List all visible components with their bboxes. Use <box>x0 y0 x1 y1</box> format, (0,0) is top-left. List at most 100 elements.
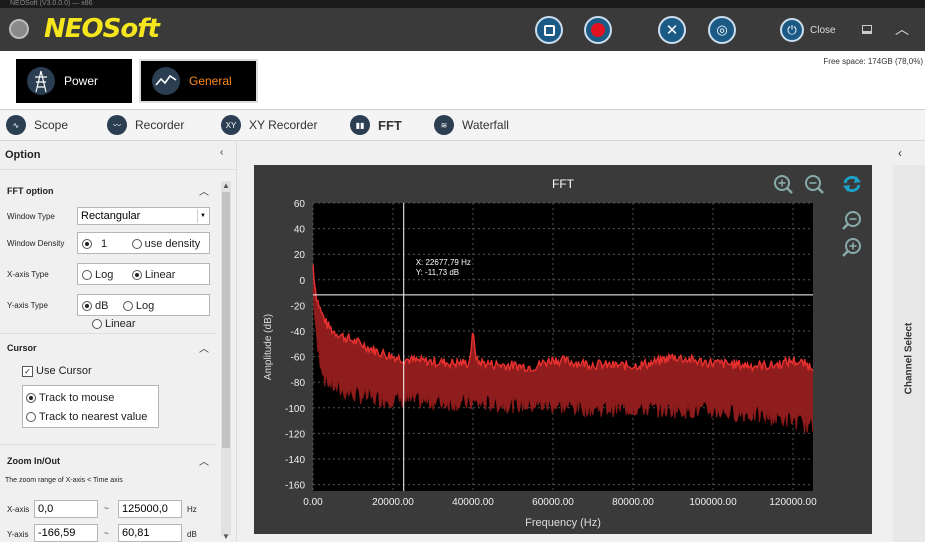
fft-option-collapse-icon[interactable]: ︿ <box>199 183 209 198</box>
tab-label: Waterfall <box>462 118 509 132</box>
fft-chart[interactable]: FFT X: 22677,79 HzY: -11,73 dB 6040200-2… <box>254 165 872 534</box>
zoom-x-min-input[interactable]: 0,0 <box>34 500 98 518</box>
zoom-collapse-icon[interactable]: ︿ <box>199 453 209 468</box>
y-tick-label: -100 <box>285 404 305 415</box>
tools-icon: ✕ <box>665 22 679 39</box>
zoom-out-icon[interactable] <box>805 175 824 194</box>
power-tower-icon <box>27 67 55 95</box>
fft-icon: ▮▮ <box>350 115 370 135</box>
divider <box>0 169 236 170</box>
use-density-label: use density <box>144 238 201 250</box>
zoom-x-max-value: 125000,0 <box>122 503 168 515</box>
scope-icon: ∿ <box>6 115 26 135</box>
tab-scope[interactable]: ∿ Scope <box>6 110 68 140</box>
free-space-text: Free space: 174GB (78,0%) <box>823 57 923 66</box>
x-tick-label: 120000.00 <box>769 497 817 508</box>
y-linear-radio[interactable]: Linear <box>92 318 136 330</box>
y-tick-label: -120 <box>285 429 305 440</box>
collapse-left-icon[interactable]: ‹ <box>220 147 223 158</box>
diagnostics-button[interactable]: ◎ <box>708 16 736 44</box>
plot-area[interactable] <box>313 203 813 491</box>
waveform-icon <box>152 67 180 95</box>
y-db-radio[interactable]: dB <box>82 300 108 312</box>
radio-dot-icon <box>82 270 92 280</box>
zoom-header: Zoom In/Out <box>7 456 60 466</box>
track-mouse-label: Track to mouse <box>39 392 115 404</box>
refresh-icon[interactable] <box>843 175 861 193</box>
y-log-label: Log <box>135 300 155 312</box>
tab-waterfall[interactable]: ≋ Waterfall <box>434 110 509 140</box>
x-axis-ticks: 0.00 20000.00 40000.00 60000.00 80000.00 1000… <box>303 497 817 508</box>
scroll-thumb[interactable] <box>222 192 230 448</box>
x-tick-label: 0.00 <box>303 497 323 508</box>
tab-label: XY Recorder <box>249 118 318 132</box>
channel-select-panel[interactable]: Channel Select <box>893 165 925 542</box>
y-tick-label: 20 <box>294 250 306 261</box>
stop-button[interactable] <box>535 16 563 44</box>
zoom-y-max-input[interactable]: 60,81 <box>118 524 182 542</box>
density-value-radio[interactable]: 1 <box>82 238 107 250</box>
y-tick-label: 60 <box>294 199 306 210</box>
option-panel: Option ‹ ▲ ▼ FFT option ︿ Window Type Re… <box>0 141 237 542</box>
tab-recorder[interactable]: 〰 Recorder <box>107 110 184 140</box>
fft-option-header: FFT option <box>7 186 54 196</box>
y-zoom-out-icon[interactable] <box>842 211 861 230</box>
expand-right-icon[interactable]: ‹ <box>898 146 902 160</box>
y-tick-label: -140 <box>285 455 305 466</box>
window-title: NEOSoft (V3.0.0.0) — x86 <box>10 0 93 7</box>
zoom-in-icon[interactable] <box>774 175 793 194</box>
scroll-up-icon[interactable]: ▲ <box>221 181 231 190</box>
y-log-radio[interactable]: Log <box>122 300 155 312</box>
cursor-y-readout: Y: -11,73 dB <box>416 268 459 277</box>
collapse-chevron-icon[interactable]: ︿ <box>895 19 909 39</box>
scroll-down-icon[interactable]: ▼ <box>221 532 231 541</box>
x-tick-label: 100000.00 <box>689 497 737 508</box>
zoom-x-max-input[interactable]: 125000,0 <box>118 500 182 518</box>
window-type-select[interactable]: Rectangular ▼ <box>77 207 210 225</box>
x-linear-label: Linear <box>144 269 176 281</box>
y-axis-type-label: Y-axis Type <box>7 301 48 310</box>
x-tick-label: 20000.00 <box>372 497 414 508</box>
zoom-note: The zoom range of X-axis < Time axis <box>5 477 123 484</box>
option-scrollbar[interactable]: ▲ ▼ <box>221 181 231 541</box>
x-linear-radio[interactable]: Linear <box>131 269 176 281</box>
use-density-radio[interactable]: use density <box>131 238 201 250</box>
divider <box>0 333 216 334</box>
window-type-label: Window Type <box>7 212 55 221</box>
chart-title: FFT <box>552 177 575 191</box>
y-tick-label: -160 <box>285 481 305 492</box>
cursor-collapse-icon[interactable]: ︿ <box>199 340 209 355</box>
brand-logo: NEOSoft <box>44 14 160 44</box>
zoom-y-label: Y-axis <box>7 530 29 539</box>
track-mouse-radio[interactable]: Track to mouse <box>26 392 114 404</box>
stop-icon <box>543 24 555 36</box>
dropdown-arrow-icon: ▼ <box>197 209 208 223</box>
tab-fft[interactable]: ▮▮ FFT <box>350 110 402 140</box>
track-nearest-radio[interactable]: Track to nearest value <box>26 411 147 423</box>
window-density-label: Window Density <box>7 239 65 248</box>
tab-xy-recorder[interactable]: XY XY Recorder <box>221 110 317 140</box>
tab-label: Recorder <box>135 118 185 132</box>
x-log-radio[interactable]: Log <box>82 269 113 281</box>
close-app-button[interactable]: ⏻ Close <box>780 16 836 44</box>
x-axis-type-group: Log Linear <box>77 263 210 285</box>
x-tick-label: 40000.00 <box>452 497 494 508</box>
y-zoom-in-icon[interactable] <box>842 238 861 257</box>
zoom-y-min-input[interactable]: -166,59 <box>34 524 98 542</box>
tab-label: Scope <box>34 118 69 132</box>
cursor-x-readout: X: 22677,79 Hz <box>416 258 471 267</box>
radio-dot-icon <box>82 301 92 311</box>
zoom-y-max-value: 60,81 <box>122 527 150 539</box>
mode-general-button[interactable]: General <box>139 59 258 103</box>
divider <box>0 444 216 445</box>
use-cursor-checkbox[interactable]: ✓ Use Cursor <box>22 365 92 377</box>
gauge-icon: ◎ <box>716 22 728 37</box>
settings-button[interactable]: ✕ <box>658 16 686 44</box>
waterfall-icon: ≋ <box>434 115 454 135</box>
zoom-y-min-value: -166,59 <box>38 527 76 539</box>
record-button[interactable] <box>584 16 612 44</box>
minimize-icon[interactable] <box>862 25 872 34</box>
mode-power-button[interactable]: Power <box>16 59 132 103</box>
xy-icon: XY <box>221 115 241 135</box>
app-menu-icon[interactable] <box>9 19 29 39</box>
